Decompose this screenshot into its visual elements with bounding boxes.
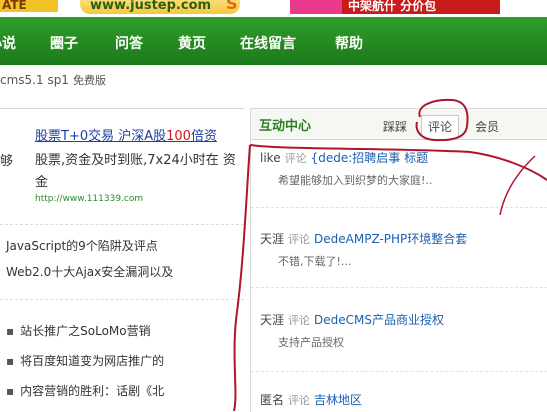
comment-article-link[interactable]: {dede:招聘启事 标题 — [311, 151, 429, 165]
divider — [0, 299, 244, 300]
banner-s-logo: S — [226, 0, 238, 13]
left-content: 股票T+0交易 沪深A股100倍资 够 股票,资金及时到账,7x24小时在 资金… — [0, 108, 244, 412]
comment-user[interactable]: 天涯 — [260, 313, 284, 327]
stock-ad-description: 股票,资金及时到账,7x24小时在 资金 — [35, 153, 236, 190]
list-item[interactable]: ▪ 内容营销的胜利：话剧《北 — [6, 382, 164, 399]
right-banner-pink-block — [290, 0, 342, 14]
comment-header: like 评论 {dede:招聘启事 标题 — [260, 151, 429, 165]
panel-header: 互动中心 踩踩 评论 会员 — [251, 109, 547, 140]
divider — [251, 207, 547, 208]
stock-ad-url[interactable]: http://www.111339.com — [35, 194, 143, 204]
interaction-panel: 互动中心 踩踩 评论 会员 like 评论 {dede:招聘启事 标题 希望能够加入… — [250, 108, 547, 412]
nav-item-help[interactable]: 帮助 — [335, 33, 363, 53]
free-edition-label: 免费版 — [72, 74, 106, 87]
comment-body: 支持产品授权 — [278, 336, 344, 349]
right-banner-ad-text: 中架航什 分价包 — [348, 0, 437, 13]
comment-body: 不错,下载了!... — [278, 255, 352, 268]
divider — [251, 287, 547, 288]
stock-ad-title[interactable]: 股票T+0交易 沪深A股100倍资 — [35, 125, 217, 144]
nav-item-qa[interactable]: 问答 — [115, 33, 143, 53]
main-nav: 小说 圈子 问答 黄页 在线留言 帮助 — [0, 17, 547, 65]
left-banner-ad-text: ATE — [2, 0, 27, 12]
comment-user[interactable]: 匿名 — [260, 393, 284, 407]
list-item[interactable]: ▪ 将百度知道变为网店推广的 — [6, 352, 164, 369]
top-banner: ATE www.justep.com S 中架航什 分价包 — [0, 0, 547, 17]
left-banner-ad[interactable]: ATE — [0, 0, 58, 12]
tab-members[interactable]: 会员 — [473, 118, 501, 135]
stock-ad-cut-text: 够 — [0, 154, 14, 169]
divider — [251, 371, 547, 372]
version-line: cms5.1 sp1 免费版 — [0, 72, 106, 88]
right-banner-ad[interactable]: 中架航什 分价包 — [290, 0, 500, 14]
version-label: cms5.1 sp1 — [0, 73, 69, 87]
justep-banner-ad[interactable]: www.justep.com — [80, 0, 240, 14]
divider — [0, 224, 244, 225]
comment-article-link[interactable]: DedeAMPZ-PHP环境整合套 — [314, 232, 467, 246]
comment-header: 天涯 评论 DedeCMS产品商业授权 — [260, 313, 444, 327]
tab-dig[interactable]: 踩踩 — [381, 118, 409, 135]
nav-item-guestbook[interactable]: 在线留言 — [240, 33, 296, 53]
justep-banner-url: www.justep.com — [90, 0, 212, 13]
comment-user[interactable]: 天涯 — [260, 232, 284, 246]
nav-item-yellow-pages[interactable]: 黄页 — [178, 33, 206, 53]
nav-item-circle[interactable]: 圈子 — [50, 33, 78, 53]
comment-body: 希望能够加入到织梦的大家庭!.. — [278, 174, 433, 187]
comment-article-link[interactable]: 吉林地区 — [314, 393, 362, 407]
comment-header: 天涯 评论 DedeAMPZ-PHP环境整合套 — [260, 232, 468, 246]
nav-item-novel[interactable]: 小说 — [0, 33, 16, 53]
article-link[interactable]: Web2.0十大Ajax安全漏洞以及 — [6, 263, 173, 280]
panel-title: 互动中心 — [259, 119, 312, 134]
comment-user[interactable]: like — [260, 151, 281, 165]
article-link[interactable]: JavaScript的9个陷阱及评点 — [6, 237, 158, 254]
tab-comments[interactable]: 评论 — [421, 115, 460, 138]
list-item[interactable]: ▪ 站长推广之SoLoMo营销 — [6, 322, 151, 339]
comment-header: 匿名 评论 吉林地区 — [260, 393, 363, 407]
comment-article-link[interactable]: DedeCMS产品商业授权 — [314, 313, 444, 327]
